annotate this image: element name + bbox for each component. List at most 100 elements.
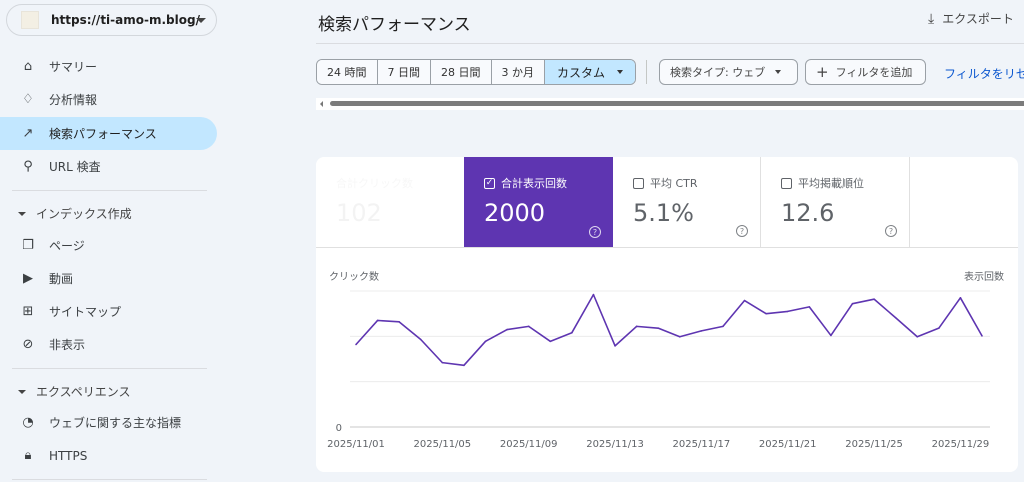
data-point[interactable] xyxy=(873,298,875,300)
data-point[interactable] xyxy=(700,330,703,332)
sidebar-item-label: HTTPS xyxy=(49,448,88,463)
sidebar-item-pages[interactable]: ❐ ページ xyxy=(0,229,217,262)
data-point[interactable] xyxy=(938,327,940,329)
caret-down-icon xyxy=(775,70,782,74)
range-7d[interactable]: 7 日間 xyxy=(377,60,431,84)
sidebar-item-label: 動画 xyxy=(49,272,74,286)
data-point[interactable] xyxy=(851,302,854,305)
divider xyxy=(12,479,207,480)
data-point[interactable] xyxy=(786,310,789,313)
sidebar-item-https[interactable]: 🔒︎ HTTPS xyxy=(0,439,217,472)
chevron-down-icon xyxy=(196,18,206,23)
caret-down-icon xyxy=(617,70,624,74)
site-favicon xyxy=(21,11,39,29)
data-point[interactable] xyxy=(571,331,573,334)
x-tick-label: 2025/11/25 xyxy=(845,439,903,450)
divider xyxy=(12,368,207,369)
data-point[interactable] xyxy=(981,335,983,337)
add-filter-label: フィルタを追加 xyxy=(835,66,913,79)
trending-up-icon: ↗ xyxy=(22,126,34,141)
range-label: カスタム xyxy=(557,65,606,80)
sidebar-item-label: サイトマップ xyxy=(49,305,122,319)
data-point[interactable] xyxy=(419,338,422,341)
search-icon: ⚲ xyxy=(23,159,33,174)
data-point[interactable] xyxy=(506,328,508,331)
search-type-filter[interactable]: 検索タイプ: ウェブ xyxy=(659,59,798,85)
x-tick-label: 2025/11/01 xyxy=(327,439,385,450)
property-url: https://ti-amo-m.blog/ xyxy=(51,13,200,27)
sidebar-item-summary[interactable]: ⌂ サマリー xyxy=(0,50,217,83)
data-point[interactable] xyxy=(657,327,660,329)
gauge-icon: ◔ xyxy=(22,415,34,430)
horizontal-scrollbar[interactable] xyxy=(316,98,1024,110)
caret-down-icon xyxy=(18,211,26,216)
scroll-left-icon[interactable] xyxy=(320,101,323,107)
x-tick-label: 2025/11/17 xyxy=(673,439,731,450)
data-point[interactable] xyxy=(808,306,811,308)
sidebar-item-videos[interactable]: ▶ 動画 xyxy=(0,262,217,295)
sidebar-item-removals[interactable]: ⊘ 非表示 xyxy=(0,328,217,361)
scrollbar-thumb[interactable] xyxy=(330,101,1024,106)
x-tick-label: 2025/11/21 xyxy=(759,439,817,450)
range-24h[interactable]: 24 時間 xyxy=(317,60,378,84)
sidebar-item-label: 非表示 xyxy=(49,338,86,352)
range-3m[interactable]: 3 か月 xyxy=(491,60,545,84)
data-point[interactable] xyxy=(614,345,616,347)
data-point[interactable] xyxy=(592,293,595,296)
y-tick-label: 0 xyxy=(336,423,342,434)
sidebar-item-label: サマリー xyxy=(49,60,98,74)
performance-card: 合計クリック数 102 ✓ 合計表示回数 2000? 平均 CTR 5.1%? 平均掲載… xyxy=(316,157,1018,472)
data-point[interactable] xyxy=(722,325,724,328)
property-selector[interactable]: https://ti-amo-m.blog/ xyxy=(6,4,217,36)
sidebar-item-core-web-vitals[interactable]: ◔ ウェブに関する主な指標 xyxy=(0,406,217,439)
divider xyxy=(12,190,207,191)
data-point[interactable] xyxy=(463,364,465,367)
caret-down-icon xyxy=(18,389,26,394)
header-divider xyxy=(316,43,1024,44)
data-point[interactable] xyxy=(549,340,552,343)
data-point[interactable] xyxy=(635,325,638,328)
download-icon: ⤓ xyxy=(928,10,935,27)
data-point[interactable] xyxy=(441,361,444,364)
section-label: インデックス作成 xyxy=(36,207,132,221)
range-28d[interactable]: 28 日間 xyxy=(431,60,492,84)
page-title: 検索パフォーマンス xyxy=(318,15,471,35)
range-label: 7 日間 xyxy=(387,66,421,79)
range-label: 3 か月 xyxy=(501,66,535,79)
sidebar-item-url-inspection[interactable]: ⚲ URL 検査 xyxy=(0,150,217,183)
data-point[interactable] xyxy=(830,334,832,337)
data-point[interactable] xyxy=(527,325,530,328)
plus-icon: + xyxy=(816,63,829,81)
data-point[interactable] xyxy=(484,340,487,343)
lock-icon: 🔒︎ xyxy=(24,448,32,463)
data-point[interactable] xyxy=(765,312,767,315)
sidebar-item-performance[interactable]: ↗ 検索パフォーマンス xyxy=(0,117,217,150)
data-point[interactable] xyxy=(743,299,746,302)
data-point[interactable] xyxy=(894,316,897,319)
sidebar-item-label: 分析情報 xyxy=(49,93,98,107)
sidebar-item-insights[interactable]: ♢ 分析情報 xyxy=(0,83,217,116)
sidebar: https://ti-amo-m.blog/ ⌂ サマリー ♢ 分析情報 ↗ 検索パフ… xyxy=(0,0,235,482)
section-experience[interactable]: エクスペリエンス xyxy=(18,383,131,400)
reset-filters-link[interactable]: フィルタをリセット xyxy=(944,65,1024,82)
sidebar-item-label: ページ xyxy=(49,239,85,253)
export-button[interactable]: ⤓ エクスポート xyxy=(928,10,1014,27)
sidebar-item-sitemaps[interactable]: ⊞ サイトマップ xyxy=(0,295,217,328)
data-point[interactable] xyxy=(959,297,962,299)
data-point[interactable] xyxy=(355,343,357,346)
home-icon: ⌂ xyxy=(23,59,33,74)
data-point[interactable] xyxy=(678,335,681,338)
range-custom[interactable]: カスタム xyxy=(545,60,636,84)
data-point[interactable] xyxy=(916,335,919,338)
sitemap-icon: ⊞ xyxy=(22,304,34,319)
add-filter-button[interactable]: + フィルタを追加 xyxy=(805,59,926,85)
search-type-label: 検索タイプ: ウェブ xyxy=(670,66,766,79)
x-tick-label: 2025/11/29 xyxy=(932,439,990,450)
data-point[interactable] xyxy=(398,321,400,323)
data-point[interactable] xyxy=(376,319,379,322)
series-line xyxy=(355,293,983,367)
sidebar-item-label: 検索パフォーマンス xyxy=(49,127,157,141)
line-chart[interactable]: 0 2025/11/01 2025/11/05 2025/11/09 2025/11/1… xyxy=(316,157,1018,472)
section-indexing[interactable]: インデックス作成 xyxy=(18,205,132,222)
range-label: 24 時間 xyxy=(327,66,367,79)
